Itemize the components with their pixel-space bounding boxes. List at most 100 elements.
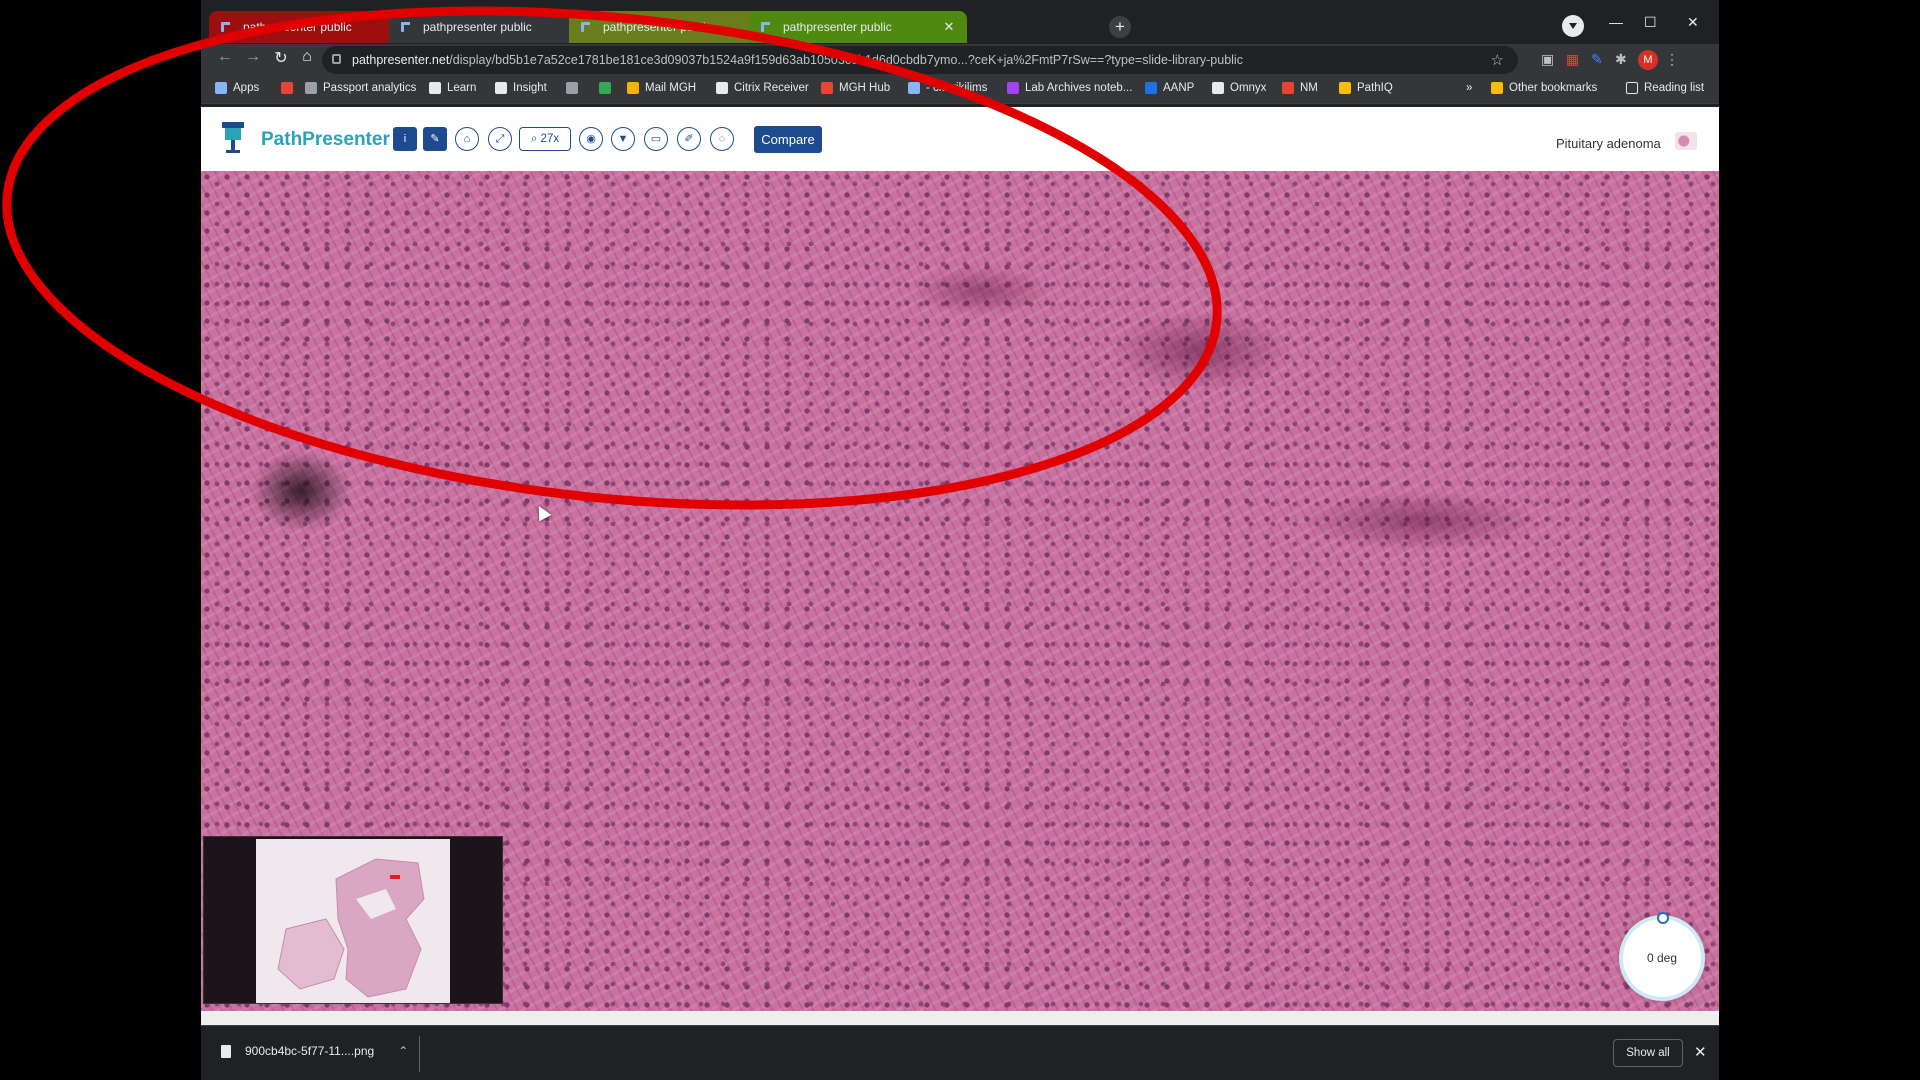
url-text[interactable]: pathpresenter.net/display/bd5b1e7a52ce17… <box>352 53 1492 67</box>
bookmark-favicon-icon <box>305 82 317 94</box>
rotate-icon[interactable]: ◌ <box>710 127 734 151</box>
pathpresenter-favicon-icon <box>219 21 233 33</box>
compare-button[interactable]: Compare <box>754 126 822 153</box>
slide-title: Pituitary adenoma <box>1556 136 1661 151</box>
extensions-puzzle-icon[interactable]: ✱ <box>1615 51 1627 68</box>
bookmark-item[interactable]: PathIQ <box>1339 82 1393 94</box>
rotation-knob[interactable] <box>1657 912 1669 924</box>
address-bar[interactable]: pathpresenter.net/display/bd5b1e7a52ce17… <box>322 46 1518 74</box>
minimize-button[interactable]: — <box>1609 14 1623 30</box>
extension-icon[interactable]: ▣ <box>1541 51 1554 68</box>
tab-title: pathpresenter public <box>783 20 892 34</box>
pathpresenter-favicon-icon <box>399 21 413 33</box>
new-tab-button[interactable]: + <box>1109 16 1131 38</box>
home-view-icon[interactable]: ⌂ <box>455 127 479 151</box>
bookmark-label: Insight <box>513 82 547 94</box>
info-icon[interactable]: i <box>393 127 417 151</box>
fullscreen-icon[interactable]: ⤢ <box>488 127 512 151</box>
bookmark-item[interactable]: Omnyx <box>1212 82 1266 94</box>
other-bookmarks[interactable]: Other bookmarks <box>1491 82 1597 94</box>
divider <box>419 1036 420 1072</box>
close-downloads-icon[interactable]: ✕ <box>1694 1043 1707 1061</box>
app-header: PathPresenter i ✎ ⌂ ⤢ ⌕ 27x ◉ ▼ ▭ ✐ ◌ Co… <box>201 107 1719 171</box>
horizontal-scrollbar[interactable] <box>201 1011 1719 1025</box>
present-icon[interactable]: ▭ <box>644 127 668 151</box>
slide-viewer[interactable]: 0 deg <box>201 171 1719 1011</box>
reading-list-icon <box>1626 82 1638 94</box>
slide-thumbnail[interactable] <box>1675 132 1697 150</box>
tab-title: pathpresenter public <box>603 20 712 34</box>
browser-window: pathpresenter public ✕ pathpresenter pub… <box>201 0 1719 1080</box>
bookmark-item[interactable]: Mail MGH <box>627 82 696 94</box>
bookmark-label: Lab Archives noteb... <box>1025 82 1133 94</box>
bookmark-item[interactable]: NM <box>1282 82 1318 94</box>
bookmark-item[interactable]: Lab Archives noteb... <box>1007 82 1132 94</box>
bookmark-favicon-icon <box>281 82 293 94</box>
pen-icon[interactable]: ✐ <box>677 127 701 151</box>
forward-icon[interactable]: → <box>243 48 263 66</box>
media-control-icon[interactable] <box>1562 15 1584 37</box>
menu-kebab-icon[interactable]: ⋮ <box>1665 51 1679 68</box>
brand-name: PathPresenter <box>261 129 390 150</box>
rotation-dial[interactable]: 0 deg <box>1619 912 1705 1001</box>
bookmark-item[interactable]: Learn <box>429 82 476 94</box>
lock-icon <box>332 54 341 64</box>
home-icon[interactable]: ⌂ <box>297 48 317 66</box>
bookmarks-bar: Apps Passport analytics Learn Insight Mail M… <box>201 76 1719 104</box>
bookmark-item[interactable] <box>566 82 584 94</box>
ruler-icon[interactable]: ✎ <box>423 127 447 151</box>
close-window-button[interactable]: ✕ <box>1687 14 1699 31</box>
bookmark-item[interactable]: AANP <box>1145 82 1194 94</box>
filter-icon[interactable]: ▼ <box>611 127 635 151</box>
zoom-level-button[interactable]: ⌕ 27x <box>519 127 571 151</box>
bookmark-item[interactable]: Apps <box>215 82 259 94</box>
tab-title: pathpresenter public <box>243 20 352 34</box>
overview-slide <box>256 839 450 1003</box>
rotation-value: 0 deg <box>1646 951 1678 965</box>
show-all-button[interactable]: Show all <box>1613 1039 1683 1067</box>
reading-list[interactable]: Reading list <box>1626 82 1704 94</box>
bookmark-item[interactable]: Insight <box>495 82 547 94</box>
bookmark-label: AANP <box>1163 82 1195 94</box>
bookmark-item[interactable] <box>281 82 299 94</box>
bookmark-item[interactable] <box>599 82 617 94</box>
tab-4[interactable]: pathpresenter public ✕ <box>749 11 967 43</box>
browser-toolbar: ← → ↻ ⌂ pathpresenter.net/display/bd5b1e… <box>201 44 1719 76</box>
downloads-bar: 900cb4bc-5f77-11....png ⌃ Show all ✕ <box>201 1025 1719 1080</box>
bookmark-star-icon[interactable]: ☆ <box>1491 51 1504 69</box>
bookmark-label: Apps <box>233 82 260 94</box>
bookmarks-overflow-icon[interactable]: » <box>1466 82 1472 94</box>
bookmark-item[interactable]: Passport analytics <box>305 82 416 94</box>
chevron-up-icon[interactable]: ⌃ <box>398 1044 408 1058</box>
bookmark-favicon-icon <box>716 82 728 94</box>
other-bookmarks-label: Other bookmarks <box>1509 82 1598 94</box>
download-item[interactable]: 900cb4bc-5f77-11....png ⌃ <box>221 1044 408 1058</box>
bookmark-item[interactable]: Citrix Receiver <box>716 82 809 94</box>
bookmark-favicon-icon <box>1282 82 1294 94</box>
folder-icon <box>1491 82 1503 94</box>
bookmark-favicon-icon <box>1212 82 1224 94</box>
url-tail: ...?ceK+ja%2FmtP7rSw==?type=slide-librar… <box>957 53 1243 67</box>
bookmark-favicon-icon <box>627 82 639 94</box>
bookmark-favicon-icon <box>495 82 507 94</box>
reload-icon[interactable]: ↻ <box>271 48 291 68</box>
back-icon[interactable]: ← <box>215 48 235 66</box>
profile-avatar[interactable]: M <box>1638 50 1658 70</box>
bookmark-label: Learn <box>447 82 477 94</box>
extension-badge-icon[interactable]: ▦ <box>1566 51 1579 68</box>
bookmark-favicon-icon <box>215 82 227 94</box>
pathpresenter-logo-icon <box>222 122 244 153</box>
bookmark-favicon-icon <box>599 82 611 94</box>
bookmark-label: PathIQ <box>1357 82 1393 94</box>
overview-navigator[interactable] <box>203 836 503 1004</box>
bookmark-favicon-icon <box>566 82 578 94</box>
maximize-button[interactable]: ☐ <box>1644 14 1657 31</box>
pathpresenter-favicon-icon <box>759 21 773 33</box>
bookmark-label: Omnyx <box>1230 82 1267 94</box>
bookmark-favicon-icon <box>908 82 920 94</box>
close-tab-icon[interactable]: ✕ <box>941 19 957 35</box>
camera-icon[interactable]: ◉ <box>579 127 603 151</box>
bookmark-item[interactable]: - cidwikilims <box>908 82 987 94</box>
bookmark-item[interactable]: MGH Hub <box>821 82 890 94</box>
extension-pen-icon[interactable]: ✎ <box>1591 51 1603 68</box>
